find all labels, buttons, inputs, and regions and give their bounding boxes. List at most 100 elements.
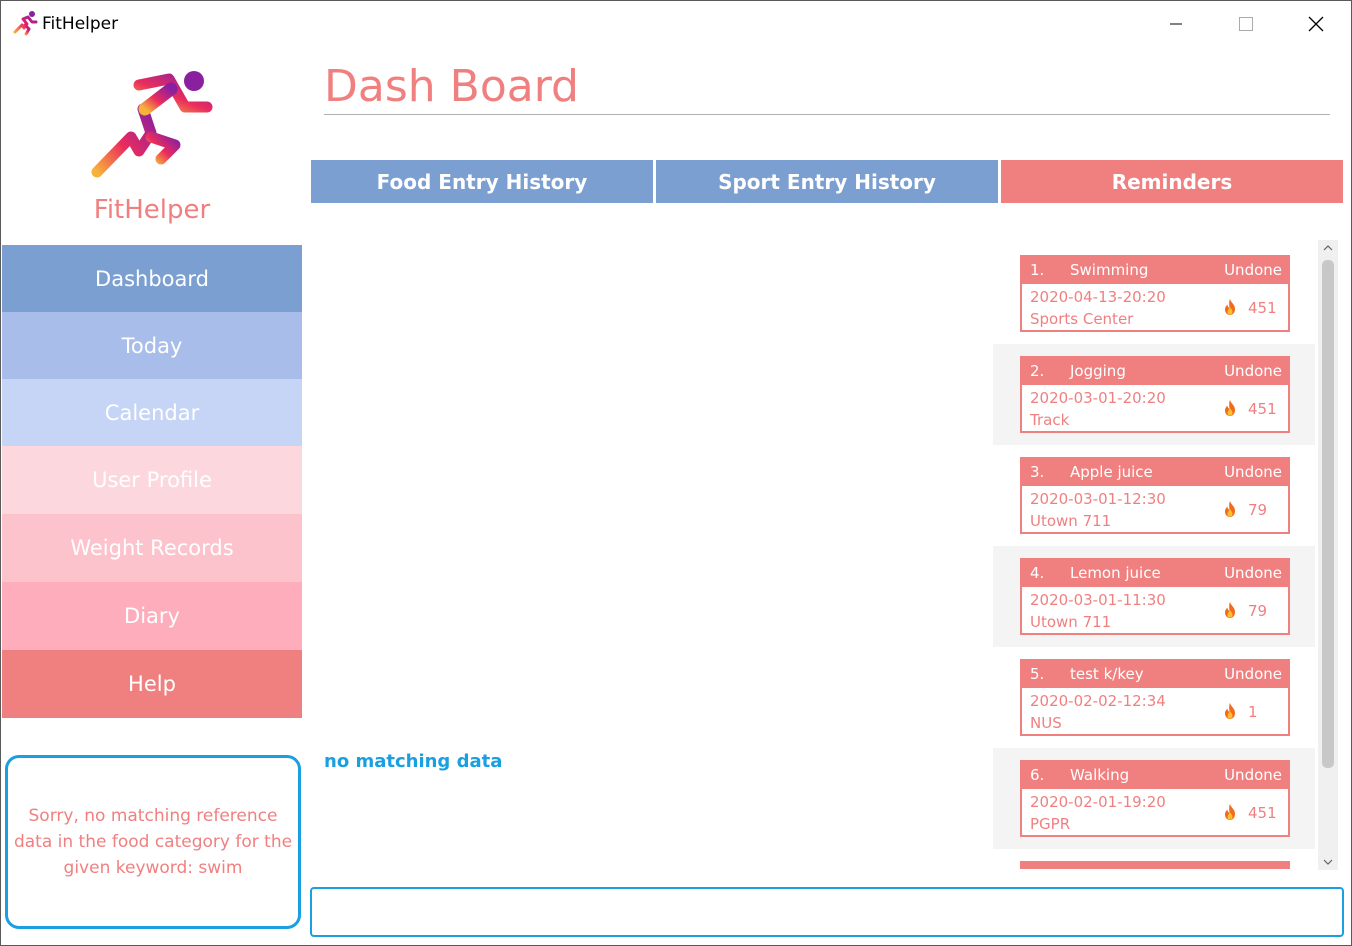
reminder-card[interactable]: 1. Swimming Undone 2020-04-13-20:20 Sports C… bbox=[1020, 255, 1290, 332]
reminder-location: NUS bbox=[1030, 714, 1062, 732]
reminder-index: 2. bbox=[1030, 362, 1045, 380]
window-title: FitHelper bbox=[42, 14, 119, 34]
sidebar-item-diary[interactable]: Diary bbox=[2, 582, 302, 650]
reminder-card-header: 5. test k/key Undone bbox=[1022, 661, 1288, 688]
scroll-down-button[interactable] bbox=[1318, 854, 1338, 870]
reminder-index: 1. bbox=[1030, 261, 1045, 279]
reminder-index: 4. bbox=[1030, 564, 1045, 582]
minimize-icon bbox=[1170, 23, 1182, 25]
reminder-card[interactable]: 2. Jogging Undone 2020-03-01-20:20 Track 451 bbox=[1020, 356, 1290, 433]
sidebar-item-calendar[interactable]: Calendar bbox=[2, 379, 302, 446]
result-feedback-box: Sorry, no matching reference data in the… bbox=[5, 755, 301, 929]
flame-icon bbox=[1222, 298, 1238, 316]
tab-food-entry-history[interactable]: Food Entry History bbox=[311, 160, 653, 203]
list-item[interactable]: 2. Jogging Undone 2020-03-01-20:20 Track 451 bbox=[993, 344, 1315, 445]
reminder-card-header: 2. Jogging Undone bbox=[1022, 358, 1288, 385]
reminder-card-header: 6. Walking Undone bbox=[1022, 762, 1288, 789]
reminder-calories: 451 bbox=[1248, 299, 1277, 317]
reminder-date: 2020-03-01-20:20 bbox=[1030, 389, 1166, 407]
reminder-date: 2020-04-13-20:20 bbox=[1030, 288, 1166, 306]
sidebar-item-help[interactable]: Help bbox=[2, 650, 302, 718]
reminder-date: 2020-03-01-12:30 bbox=[1030, 490, 1166, 508]
no-matching-data-label: no matching data bbox=[324, 751, 503, 772]
list-item[interactable]: 3. Apple juice Undone 2020-03-01-12:30 Utown… bbox=[993, 445, 1315, 546]
app-window: FitHelper FitHelper Dashboard Today Cale… bbox=[0, 0, 1352, 946]
close-icon bbox=[1308, 16, 1324, 32]
reminder-status: Undone bbox=[1224, 362, 1282, 380]
tab-sport-entry-history[interactable]: Sport Entry History bbox=[656, 160, 998, 203]
reminder-calories: 451 bbox=[1248, 804, 1277, 822]
reminder-status: Undone bbox=[1224, 766, 1282, 784]
main-content: Dash Board Food Entry History Sport Entr… bbox=[303, 47, 1351, 945]
reminder-location: Sports Center bbox=[1030, 310, 1134, 328]
list-item[interactable]: 1. Swimming Undone 2020-04-13-20:20 Sports C… bbox=[993, 243, 1315, 344]
reminder-name: test k/key bbox=[1070, 665, 1144, 683]
reminder-status: Undone bbox=[1224, 867, 1282, 869]
reminder-name: Walking bbox=[1070, 766, 1130, 784]
list-item[interactable]: 7. Football Undone bbox=[993, 849, 1315, 869]
tab-bar: Food Entry History Sport Entry History R… bbox=[311, 160, 1343, 203]
flame-icon bbox=[1222, 601, 1238, 619]
reminder-name: Jogging bbox=[1070, 362, 1126, 380]
reminder-calories: 451 bbox=[1248, 400, 1277, 418]
flame-icon bbox=[1222, 803, 1238, 821]
reminder-card-header: 4. Lemon juice Undone bbox=[1022, 560, 1288, 587]
reminder-index: 6. bbox=[1030, 766, 1045, 784]
title-divider bbox=[324, 114, 1330, 115]
reminder-date: 2020-02-01-19:20 bbox=[1030, 793, 1166, 811]
close-button[interactable] bbox=[1281, 1, 1351, 47]
reminder-date: 2020-03-01-11:30 bbox=[1030, 591, 1166, 609]
list-item[interactable]: 5. test k/key Undone 2020-02-02-12:34 NUS 1 bbox=[993, 647, 1315, 748]
maximize-button[interactable] bbox=[1211, 1, 1281, 47]
reminder-name: Apple juice bbox=[1070, 463, 1153, 481]
maximize-icon bbox=[1239, 17, 1253, 31]
reminder-status: Undone bbox=[1224, 463, 1282, 481]
reminder-card-header: 1. Swimming Undone bbox=[1022, 257, 1288, 284]
reminder-location: Utown 711 bbox=[1030, 512, 1112, 530]
command-input[interactable] bbox=[310, 887, 1344, 937]
reminder-index: 5. bbox=[1030, 665, 1045, 683]
runner-logo-icon bbox=[91, 71, 213, 178]
page-title: Dash Board bbox=[324, 61, 579, 112]
sidebar: FitHelper Dashboard Today Calendar User … bbox=[2, 47, 302, 945]
chevron-down-icon bbox=[1323, 859, 1333, 865]
flame-icon bbox=[1222, 399, 1238, 417]
flame-icon bbox=[1222, 702, 1238, 720]
reminder-location: PGPR bbox=[1030, 815, 1071, 833]
scroll-up-button[interactable] bbox=[1318, 240, 1338, 256]
reminder-status: Undone bbox=[1224, 665, 1282, 683]
minimize-button[interactable] bbox=[1141, 1, 1211, 47]
reminder-card[interactable]: 5. test k/key Undone 2020-02-02-12:34 NUS 1 bbox=[1020, 659, 1290, 736]
scroll-thumb[interactable] bbox=[1322, 260, 1334, 768]
reminder-location: Utown 711 bbox=[1030, 613, 1112, 631]
reminder-name: Football bbox=[1070, 867, 1129, 869]
reminder-card[interactable]: 6. Walking Undone 2020-02-01-19:20 PGPR 451 bbox=[1020, 760, 1290, 837]
title-bar: FitHelper bbox=[1, 1, 1351, 47]
flame-icon bbox=[1222, 500, 1238, 518]
reminder-date: 2020-02-02-12:34 bbox=[1030, 692, 1166, 710]
reminder-card-header: 3. Apple juice Undone bbox=[1022, 459, 1288, 486]
reminder-card[interactable]: 7. Football Undone bbox=[1020, 861, 1290, 869]
reminder-name: Swimming bbox=[1070, 261, 1149, 279]
tab-reminders[interactable]: Reminders bbox=[1001, 160, 1343, 203]
sidebar-nav: Dashboard Today Calendar User Profile We… bbox=[2, 245, 302, 718]
sidebar-item-today[interactable]: Today bbox=[2, 312, 302, 379]
list-item[interactable]: 4. Lemon juice Undone 2020-03-01-11:30 Utown… bbox=[993, 546, 1315, 647]
reminder-list[interactable]: 1. Swimming Undone 2020-04-13-20:20 Sports C… bbox=[993, 243, 1315, 869]
reminder-status: Undone bbox=[1224, 261, 1282, 279]
reminder-card[interactable]: 3. Apple juice Undone 2020-03-01-12:30 Utown… bbox=[1020, 457, 1290, 534]
reminder-name: Lemon juice bbox=[1070, 564, 1161, 582]
reminder-index: 3. bbox=[1030, 463, 1045, 481]
reminder-status: Undone bbox=[1224, 564, 1282, 582]
reminder-card[interactable]: 4. Lemon juice Undone 2020-03-01-11:30 Utown… bbox=[1020, 558, 1290, 635]
sidebar-item-dashboard[interactable]: Dashboard bbox=[2, 245, 302, 312]
chevron-up-icon bbox=[1323, 245, 1333, 251]
list-item[interactable]: 6. Walking Undone 2020-02-01-19:20 PGPR 451 bbox=[993, 748, 1315, 849]
reminder-index: 7. bbox=[1030, 867, 1044, 869]
sidebar-item-user-profile[interactable]: User Profile bbox=[2, 446, 302, 514]
reminder-calories: 79 bbox=[1248, 501, 1268, 519]
brand-name: FitHelper bbox=[93, 195, 211, 225]
reminder-scrollbar[interactable] bbox=[1318, 240, 1338, 870]
sidebar-item-weight-records[interactable]: Weight Records bbox=[2, 514, 302, 582]
runner-app-icon bbox=[13, 11, 38, 36]
